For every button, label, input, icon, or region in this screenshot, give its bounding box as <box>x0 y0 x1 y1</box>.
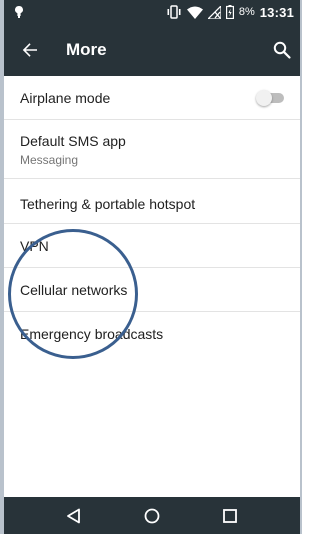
settings-item-label: Cellular networks <box>20 282 128 298</box>
arrow-back-icon[interactable] <box>18 38 42 62</box>
settings-item-default-sms-app[interactable]: Default SMS app Messaging <box>4 120 300 179</box>
settings-item-label: Airplane mode <box>20 90 111 106</box>
page-title: More <box>66 40 107 59</box>
settings-item-label: Emergency broadcasts <box>20 326 164 342</box>
recents-square-icon[interactable] <box>220 506 240 526</box>
settings-item-tethering[interactable]: Tethering & portable hotspot <box>4 179 300 224</box>
battery-percent: 8% <box>238 6 255 18</box>
wifi-icon <box>186 6 203 19</box>
settings-item-cellular-networks[interactable]: Cellular networks <box>4 268 300 312</box>
status-bar: 8% 13:31 <box>4 0 300 24</box>
settings-item-vpn[interactable]: VPN <box>4 224 300 268</box>
settings-item-airplane-mode[interactable]: Airplane mode <box>4 76 300 120</box>
no-signal-icon <box>207 5 221 19</box>
navigation-bar <box>4 497 300 534</box>
airplane-mode-toggle[interactable] <box>256 90 286 106</box>
back-triangle-icon[interactable] <box>64 506 84 526</box>
settings-item-label: Default SMS app <box>20 133 126 149</box>
settings-item-emergency-broadcasts[interactable]: Emergency broadcasts <box>4 312 300 356</box>
settings-item-summary: Messaging <box>20 153 79 167</box>
toggle-thumb <box>256 90 272 106</box>
search-icon[interactable] <box>272 40 292 60</box>
home-circle-icon[interactable] <box>142 506 162 526</box>
settings-list: Airplane mode Default SMS app Messaging … <box>4 76 300 356</box>
status-time: 13:31 <box>259 4 294 20</box>
notification-icon <box>12 5 26 19</box>
settings-item-label: VPN <box>20 238 49 254</box>
battery-charging-icon <box>225 5 234 19</box>
vibrate-icon <box>166 5 182 19</box>
settings-item-label: Tethering & portable hotspot <box>20 196 196 212</box>
app-bar: More <box>4 24 300 76</box>
